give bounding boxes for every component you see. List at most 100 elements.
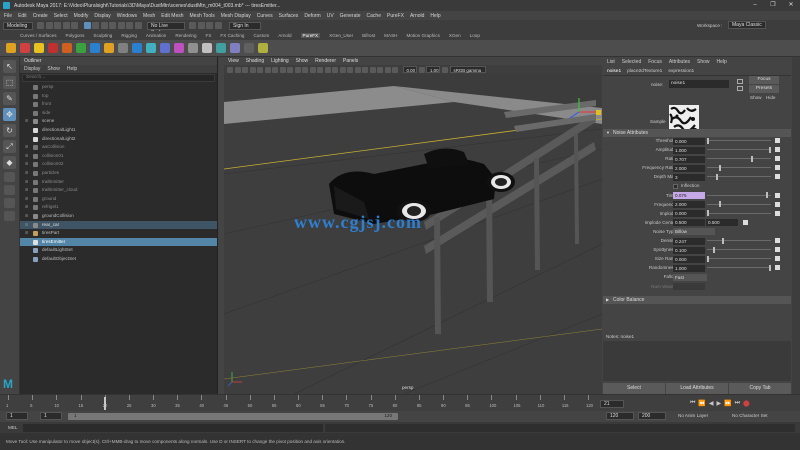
time-slider[interactable]: 1510152025303540455055606570758085909510… — [0, 394, 800, 411]
map-button-icon[interactable] — [775, 265, 780, 271]
safe-action-icon[interactable] — [287, 66, 293, 73]
node-input-icon[interactable] — [737, 86, 743, 91]
shelf-tab-curves-surfaces[interactable]: Curves / Surfaces — [20, 33, 57, 38]
four-pane-icon[interactable] — [4, 185, 15, 195]
shelf-tool-icon[interactable] — [202, 43, 212, 53]
shelf-tool-icon[interactable] — [174, 43, 184, 53]
current-time-indicator[interactable] — [104, 397, 107, 410]
new-scene-icon[interactable] — [37, 22, 44, 29]
close-button[interactable]: ✕ — [782, 0, 800, 11]
attr-field-time[interactable]: 0.075 — [673, 192, 705, 200]
outliner-item[interactable]: ⊞ trailEmitter_cloud — [20, 186, 217, 195]
attr-field-frequency[interactable]: 2.000 — [673, 201, 705, 209]
focus-button[interactable]: Focus — [749, 76, 779, 84]
outliner-search-input[interactable]: Search... — [22, 74, 215, 82]
two-pane-icon[interactable] — [4, 211, 15, 221]
wireframe-icon[interactable] — [302, 66, 308, 73]
map-button-icon[interactable] — [775, 174, 780, 180]
menu-create[interactable]: Create — [33, 13, 48, 19]
map-button-icon[interactable] — [775, 138, 780, 143]
menu-mesh[interactable]: Mesh — [143, 13, 155, 19]
command-input[interactable] — [23, 423, 324, 432]
attr-slider-density[interactable] — [707, 237, 771, 244]
attr-field-threshold[interactable]: 0.000 — [673, 137, 705, 145]
motion-blur-icon[interactable] — [354, 66, 361, 73]
grid-toggle-icon[interactable] — [249, 66, 256, 73]
gate-mask-icon[interactable] — [272, 66, 278, 73]
falloff-dropdown[interactable]: Fast — [673, 273, 707, 281]
ae-menu-show[interactable]: Show — [697, 59, 710, 65]
exposure-field[interactable]: 0.00 — [402, 66, 417, 73]
shelf-tool-icon[interactable] — [216, 43, 226, 53]
play-forward-icon[interactable]: ▶ — [717, 400, 722, 407]
attr-slider-ratio[interactable] — [707, 155, 771, 162]
outliner-menu-help[interactable]: Help — [67, 66, 77, 72]
attr-slider-size-rand[interactable] — [707, 255, 771, 262]
load-attributes-button[interactable]: Load Attributes — [666, 382, 728, 394]
menu-help[interactable]: Help — [430, 13, 440, 19]
attr-field-amplitude[interactable]: 1.000 — [673, 146, 705, 154]
menu-deform[interactable]: Deform — [304, 13, 320, 19]
shelf-tool-icon[interactable] — [104, 43, 114, 53]
shadows-icon[interactable] — [339, 66, 346, 73]
expand-arrow-icon[interactable]: ⊞ — [25, 229, 28, 238]
expand-arrow-icon[interactable]: ⊞ — [25, 186, 28, 195]
copy-tab-button[interactable]: Copy Tab — [729, 382, 791, 394]
ae-menu-focus[interactable]: Focus — [648, 59, 662, 65]
shelf-tool-icon[interactable] — [20, 43, 30, 53]
open-scene-icon[interactable] — [45, 22, 53, 29]
map-button-icon[interactable] — [775, 165, 780, 171]
shelf-tool-icon[interactable] — [48, 43, 58, 53]
viewport-menu-shading[interactable]: Shading — [246, 58, 264, 64]
save-scene-icon[interactable] — [54, 22, 61, 29]
outliner-item[interactable]: ⊞ trailEmitter — [20, 178, 217, 187]
shelf-tool-icon[interactable] — [146, 43, 156, 53]
expand-arrow-icon[interactable]: ⊞ — [25, 203, 28, 212]
go-to-start-icon[interactable]: ⏮ — [690, 400, 695, 407]
shelf-tab-xgen[interactable]: XGen — [449, 33, 461, 38]
anim-layer-dropdown[interactable]: No Anim Layer — [678, 413, 708, 418]
attr-field-spottyness[interactable]: 0.100 — [673, 246, 705, 254]
xray-joints-icon[interactable] — [384, 66, 391, 73]
play-back-icon[interactable]: ◀ — [709, 400, 714, 407]
xray-icon[interactable] — [377, 66, 383, 73]
range-bar[interactable]: 1 120 — [68, 413, 398, 420]
attr-field-randomness[interactable]: 1.000 — [673, 264, 705, 272]
ae-menu-selected[interactable]: Selected — [622, 59, 641, 65]
wireframe-on-shaded-icon[interactable] — [317, 66, 323, 73]
select-object-icon[interactable] — [92, 22, 99, 29]
color-balance-section[interactable]: ▶ Color Balance — [603, 295, 791, 304]
map-button-icon[interactable] — [743, 219, 748, 225]
viewport-panel[interactable]: View Shading Lighting Show Renderer Panels 0.… — [224, 57, 602, 394]
shelf-tab-fx[interactable]: FX — [206, 33, 212, 38]
shelf-tab-arnold[interactable]: Arnold — [278, 33, 291, 38]
map-button-icon[interactable] — [775, 210, 780, 216]
ambient-occlusion-icon[interactable] — [347, 66, 353, 73]
outliner-item[interactable]: ⊞ collision01 — [20, 152, 217, 161]
snap-surface-icon[interactable] — [134, 22, 142, 29]
shelf-tool-icon[interactable] — [188, 43, 198, 53]
single-pane-icon[interactable] — [4, 172, 15, 182]
shelf-tool-icon[interactable] — [6, 43, 16, 53]
shelf-tool-icon[interactable] — [132, 43, 142, 53]
expand-arrow-icon[interactable]: ⊞ — [25, 195, 28, 204]
noise-type-dropdown[interactable]: Billow — [673, 228, 715, 236]
ae-tab-expression1[interactable]: expression1 — [668, 69, 694, 74]
outliner-item[interactable]: front — [20, 100, 217, 109]
textured-icon[interactable] — [324, 66, 331, 73]
outliner-item[interactable]: persp — [20, 83, 217, 92]
anti-aliasing-icon[interactable] — [362, 66, 368, 73]
outliner-persp-icon[interactable] — [4, 198, 15, 208]
expand-arrow-icon[interactable]: ⊞ — [25, 152, 28, 161]
playback-start-field[interactable]: 1 — [40, 412, 62, 420]
outliner-item[interactable]: ⊞ scene — [20, 117, 217, 126]
outliner-item[interactable]: ⊞ tiresPart — [20, 229, 217, 238]
expand-arrow-icon[interactable]: ⊞ — [25, 169, 28, 178]
shelf-tool-icon[interactable] — [62, 43, 72, 53]
shelf-tool-icon[interactable] — [34, 43, 44, 53]
shelf-tab-fx-caching[interactable]: FX Caching — [220, 33, 244, 38]
color-management-icon[interactable] — [442, 66, 448, 73]
side-tab-strip[interactable] — [792, 57, 800, 394]
viewport-menu-renderer[interactable]: Renderer — [315, 58, 336, 64]
lasso-tool-icon[interactable]: ⬚ — [3, 76, 16, 89]
